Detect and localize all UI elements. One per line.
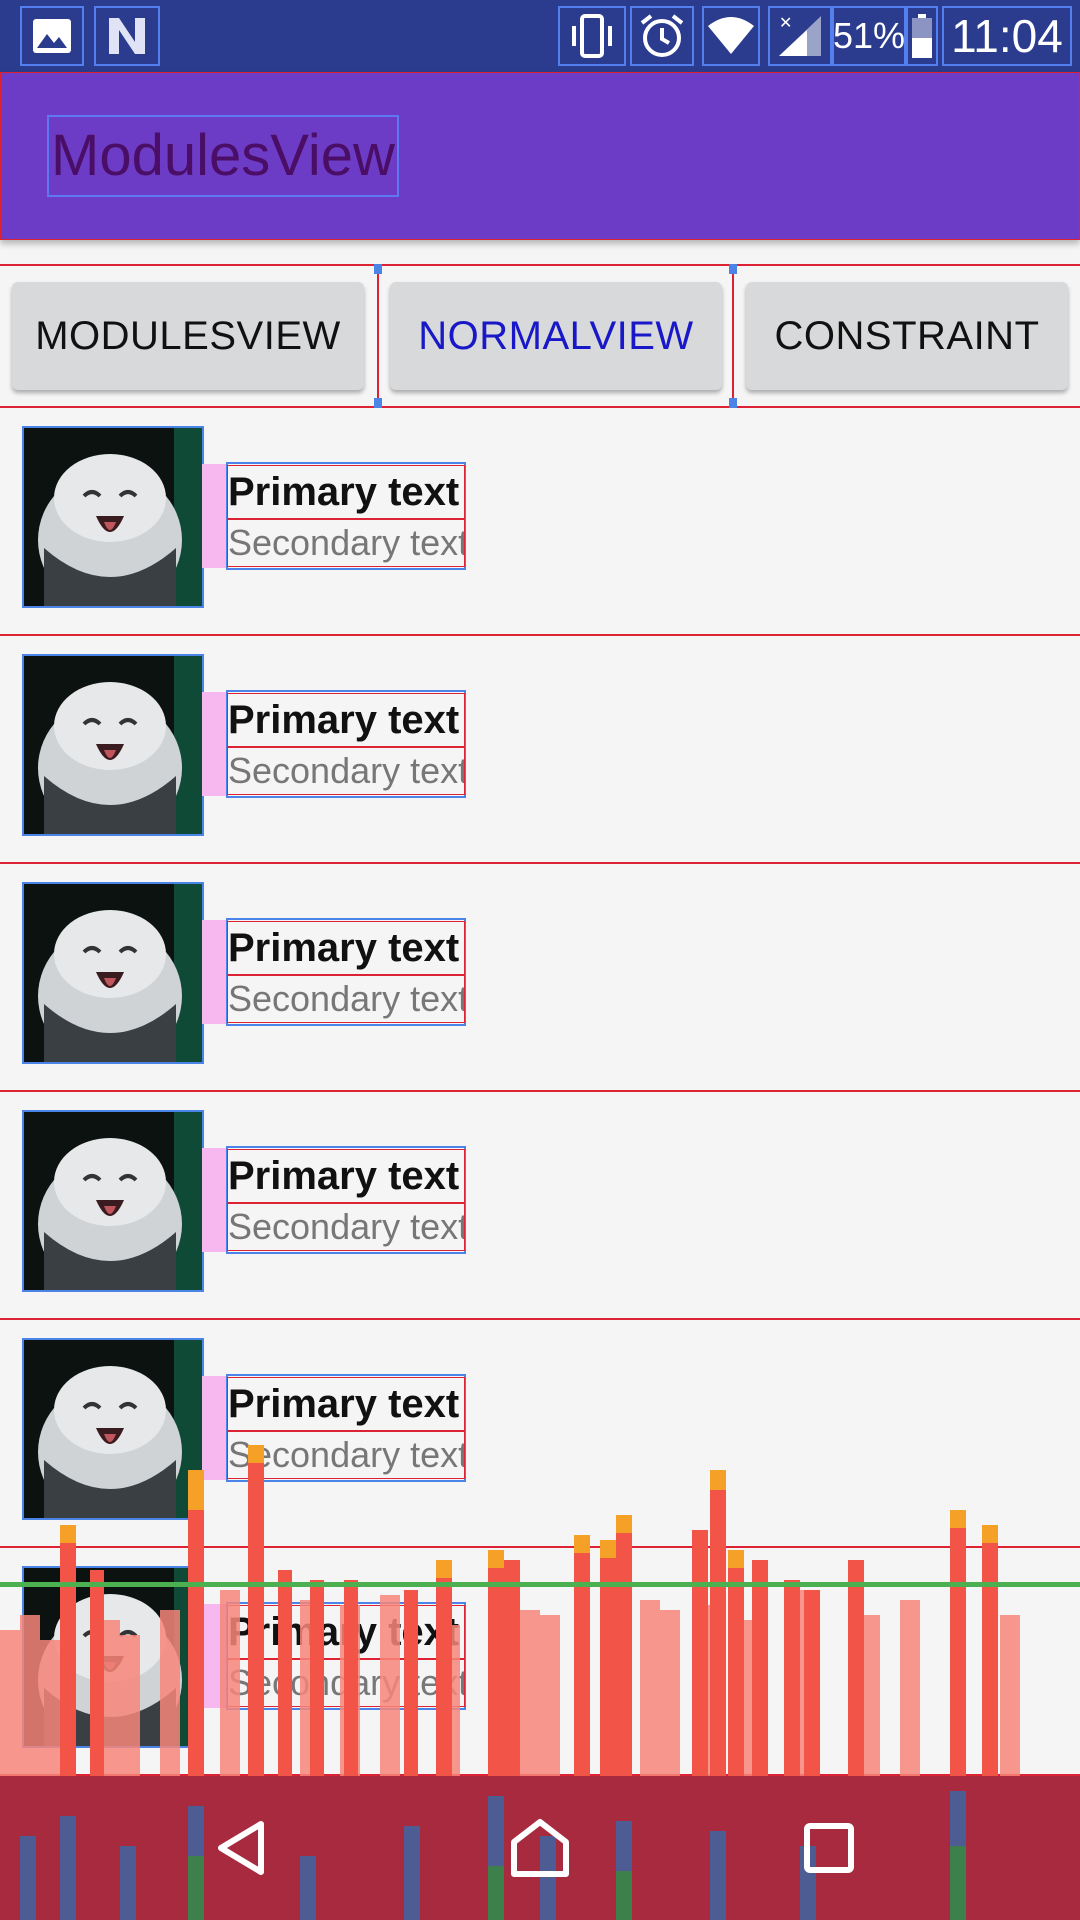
constraint-button[interactable]: CONSTRAINT: [746, 282, 1068, 390]
owl-thumbnail: [22, 882, 204, 1064]
divider: [732, 264, 734, 408]
padding-highlight: [202, 1376, 228, 1480]
view-selector: MODULESVIEW NORMALVIEW CONSTRAINT: [0, 264, 1080, 408]
primary-text: Primary text: [227, 465, 465, 519]
owl-thumbnail: [22, 654, 204, 836]
bounds-marker: [729, 398, 737, 408]
secondary-text: Secondary text: [227, 1431, 465, 1479]
app-bar: ModulesView: [0, 72, 1080, 240]
battery-percent: 51%: [832, 6, 906, 66]
secondary-text: Secondary text: [227, 519, 465, 567]
padding-highlight: [202, 464, 228, 568]
text-container: Primary text Secondary text: [226, 690, 466, 798]
home-icon: [511, 1819, 569, 1877]
padding-highlight: [202, 920, 228, 1024]
list-item[interactable]: Primary text Secondary text: [0, 408, 1080, 636]
bounds-marker: [374, 398, 382, 408]
normalview-button[interactable]: NORMALVIEW: [390, 282, 722, 390]
recents-button[interactable]: [774, 1796, 884, 1900]
text-container: Primary text Secondary text: [226, 918, 466, 1026]
list-item[interactable]: Primary text Secondary text: [0, 864, 1080, 1092]
text-container: Primary text Secondary text: [226, 1146, 466, 1254]
back-button[interactable]: [186, 1796, 296, 1900]
padding-highlight: [202, 1604, 228, 1708]
back-icon: [218, 1821, 264, 1875]
divider: [377, 264, 379, 408]
battery-icon: [906, 6, 938, 66]
image-icon: [20, 6, 84, 66]
secondary-text: Secondary text: [227, 1659, 465, 1707]
alarm-icon: [630, 6, 694, 66]
primary-text: Primary text: [227, 1605, 465, 1659]
primary-text: Primary text: [227, 1149, 465, 1203]
modulesview-button[interactable]: MODULESVIEW: [12, 282, 364, 390]
recents-icon: [804, 1823, 854, 1873]
app-title: ModulesView: [47, 115, 399, 197]
n-icon: [94, 6, 160, 66]
frame-budget-line: [0, 1582, 1080, 1587]
signal-icon: ✕: [768, 6, 832, 66]
padding-highlight: [202, 692, 228, 796]
vibrate-icon: [558, 6, 626, 66]
owl-thumbnail: [22, 1338, 204, 1520]
owl-thumbnail: [22, 1110, 204, 1292]
owl-thumbnail: [22, 426, 204, 608]
bounds-marker: [729, 264, 737, 274]
text-container: Primary text Secondary text: [226, 1374, 466, 1482]
text-container: Primary text Secondary text: [226, 462, 466, 570]
padding-highlight: [202, 1148, 228, 1252]
bounds-marker: [374, 264, 382, 274]
list-item[interactable]: Primary text Secondary text: [0, 636, 1080, 864]
secondary-text: Secondary text: [227, 975, 465, 1023]
wifi-icon: [702, 6, 760, 66]
status-bar: ✕ 51% 11:04: [0, 0, 1080, 73]
clock: 11:04: [942, 6, 1072, 66]
svg-text:✕: ✕: [779, 14, 792, 32]
home-button[interactable]: [485, 1796, 595, 1900]
primary-text: Primary text: [227, 1377, 465, 1431]
list-item[interactable]: Primary text Secondary text: [0, 1092, 1080, 1320]
primary-text: Primary text: [227, 693, 465, 747]
owl-thumbnail: [22, 1566, 204, 1748]
primary-text: Primary text: [227, 921, 465, 975]
navigation-bar: [0, 1776, 1080, 1920]
list-item[interactable]: Primary text Secondary text: [0, 1320, 1080, 1548]
secondary-text: Secondary text: [227, 1203, 465, 1251]
secondary-text: Secondary text: [227, 747, 465, 795]
text-container: Primary text Secondary text: [226, 1602, 466, 1710]
